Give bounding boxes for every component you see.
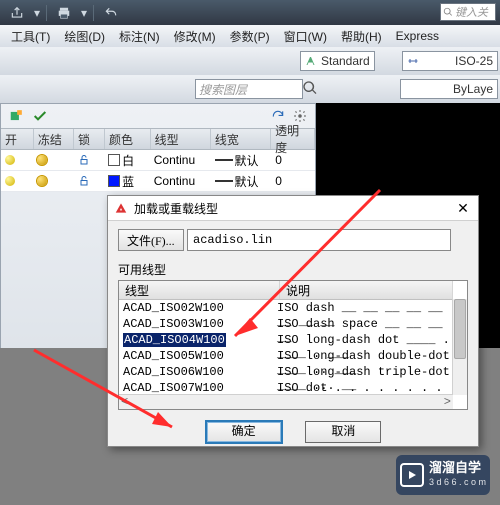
- layer-search-placeholder: 搜索图层: [199, 81, 247, 98]
- text-style-select[interactable]: Standard: [300, 51, 375, 71]
- col-transparency[interactable]: 透明度: [271, 129, 315, 149]
- menu-express[interactable]: Express: [389, 29, 446, 43]
- list-col-linetype[interactable]: 线型: [119, 281, 280, 299]
- lock-icon[interactable]: [78, 175, 90, 187]
- filename-field[interactable]: acadiso.lin: [187, 229, 451, 251]
- linetype-name: ACAD_ISO02W100: [123, 301, 224, 315]
- scroll-thumb[interactable]: [454, 299, 466, 359]
- linetype-desc: ISO long-dash triple-dot ____ ... __: [277, 365, 453, 381]
- ribbon-row-1: Standard ISO-25: [0, 47, 500, 76]
- linetype-desc: ISO dash __ __ __ __ __ __ __ __: [277, 301, 453, 317]
- col-on[interactable]: 开: [1, 129, 34, 149]
- sun-icon[interactable]: [37, 176, 47, 186]
- logo-text: 溜溜自学: [429, 460, 481, 475]
- linetype-name: ACAD_ISO04W100: [123, 333, 226, 347]
- layer-transparency[interactable]: 0: [271, 171, 315, 191]
- title-bar: ▾ ▾ 键入关: [0, 0, 500, 25]
- share-icon[interactable]: [6, 4, 28, 22]
- horizontal-scrollbar[interactable]: <>: [119, 394, 453, 409]
- file-button[interactable]: 文件(F)...: [118, 229, 184, 251]
- menu-param[interactable]: 参数(P): [223, 28, 277, 45]
- color-name: 白: [122, 152, 134, 169]
- linetype-desc: ISO long-dash double-dot ____ .. ___: [277, 349, 453, 365]
- col-freeze[interactable]: 冻结: [34, 129, 74, 149]
- linetype-name: ACAD_ISO07W100: [123, 381, 224, 395]
- layer-lineweight[interactable]: 默认: [211, 150, 272, 170]
- lock-icon[interactable]: [78, 154, 90, 166]
- layer-row[interactable]: 蓝 Continu 默认0: [1, 171, 315, 192]
- linetype-list: 线型 说明 ACAD_ISO02W100 ISO dash __ __ __ __…: [118, 280, 468, 410]
- menu-tools[interactable]: 工具(T): [4, 28, 57, 45]
- close-icon[interactable]: ✕: [454, 199, 472, 217]
- menu-modify[interactable]: 修改(M): [167, 28, 223, 45]
- search-icon[interactable]: [300, 79, 320, 97]
- linetype-value: ByLaye: [453, 82, 493, 96]
- cancel-button[interactable]: 取消: [305, 421, 381, 443]
- linetype-name: ACAD_ISO03W100: [123, 317, 224, 331]
- watermark-logo: 溜溜自学3 d 6 6 . c o m: [396, 455, 490, 495]
- text-style-value: Standard: [321, 54, 370, 68]
- linetype-item[interactable]: ACAD_ISO05W100 ISO long-dash double-dot _…: [119, 349, 453, 365]
- app-icon: [114, 201, 128, 215]
- layer-lineweight[interactable]: 默认: [211, 171, 272, 191]
- color-swatch[interactable]: [108, 154, 120, 166]
- layer-row[interactable]: 白 Continu 默认0: [1, 150, 315, 171]
- linetype-item[interactable]: ACAD_ISO02W100 ISO dash __ __ __ __ __ __…: [119, 301, 453, 317]
- ok-button[interactable]: 确定: [205, 420, 283, 444]
- menu-draw[interactable]: 绘图(D): [57, 28, 112, 45]
- layer-linetype[interactable]: Continu: [150, 171, 211, 191]
- menu-bar: 工具(T) 绘图(D) 标注(N) 修改(M) 参数(P) 窗口(W) 帮助(H…: [0, 25, 500, 47]
- linetype-item[interactable]: ACAD_ISO06W100 ISO long-dash triple-dot _…: [119, 365, 453, 381]
- logo-subtext: 3 d 6 6 . c o m: [429, 475, 486, 489]
- linetype-desc: ISO long-dash dot ____ . ____ . ___: [277, 333, 453, 349]
- list-col-desc[interactable]: 说明: [280, 281, 453, 299]
- ribbon-row-2: 搜索图层 ByLaye: [0, 75, 500, 104]
- linetype-name: ACAD_ISO06W100: [123, 365, 224, 379]
- dimstyle-select[interactable]: ISO-25: [402, 51, 498, 71]
- print-icon[interactable]: [53, 4, 75, 22]
- checkmark-icon[interactable]: [31, 107, 49, 125]
- bulb-icon[interactable]: [5, 155, 15, 165]
- dialog-title: 加载或重载线型: [134, 200, 218, 217]
- layer-search-input[interactable]: 搜索图层: [195, 79, 303, 99]
- linetype-select[interactable]: ByLaye: [400, 79, 498, 99]
- dimstyle-value: ISO-25: [455, 54, 493, 68]
- color-swatch[interactable]: [108, 175, 120, 187]
- vertical-scrollbar[interactable]: [452, 299, 467, 395]
- bulb-icon[interactable]: [5, 176, 15, 186]
- linetype-item[interactable]: ACAD_ISO03W100 ISO dash space __ __ __ __: [119, 317, 453, 333]
- dialog-titlebar[interactable]: 加载或重载线型 ✕: [108, 196, 478, 221]
- col-linetype[interactable]: 线型: [151, 129, 211, 149]
- new-layer-icon[interactable]: [7, 107, 25, 125]
- layer-transparency[interactable]: 0: [271, 150, 315, 170]
- linetype-desc: ISO dash space __ __ __ __: [277, 317, 453, 333]
- layer-linetype[interactable]: Continu: [150, 150, 211, 170]
- available-linetypes-label: 可用线型: [118, 261, 468, 278]
- linetype-name: ACAD_ISO05W100: [123, 349, 224, 363]
- col-lock[interactable]: 锁: [74, 129, 105, 149]
- play-icon: [400, 463, 424, 487]
- menu-dim[interactable]: 标注(N): [112, 28, 167, 45]
- col-color[interactable]: 颜色: [105, 129, 151, 149]
- layer-header-row: 开 冻结 锁 颜色 线型 线宽 透明度: [1, 128, 315, 150]
- sun-icon[interactable]: [37, 155, 47, 165]
- load-linetype-dialog: 加载或重载线型 ✕ 文件(F)... acadiso.lin 可用线型 线型 说…: [107, 195, 479, 447]
- menu-help[interactable]: 帮助(H): [334, 28, 389, 45]
- menu-window[interactable]: 窗口(W): [277, 28, 334, 45]
- keyword-search[interactable]: 键入关: [440, 3, 496, 21]
- undo-icon[interactable]: [100, 4, 122, 22]
- color-name: 蓝: [122, 173, 134, 190]
- keyword-search-placeholder: 键入关: [455, 4, 488, 20]
- linetype-item[interactable]: ACAD_ISO04W100 ISO long-dash dot ____ . _…: [119, 333, 453, 349]
- col-lineweight[interactable]: 线宽: [211, 129, 271, 149]
